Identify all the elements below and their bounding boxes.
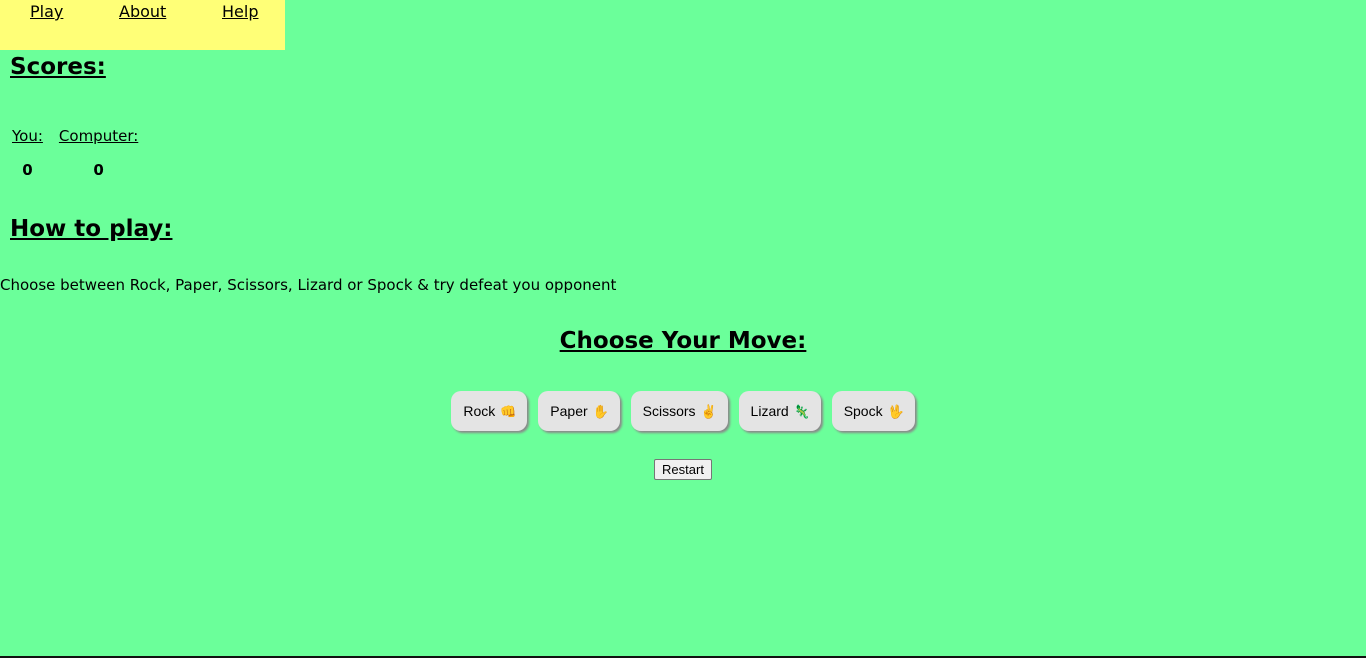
top-nav: Play About Help <box>0 0 285 50</box>
lizard-icon: 🦎 <box>793 403 810 419</box>
fist-icon: 👊 <box>500 403 517 419</box>
hand-icon: ✋ <box>592 403 609 419</box>
scores-heading: Scores: <box>10 54 106 80</box>
nav-link-help[interactable]: Help <box>222 2 258 21</box>
instructions-text: Choose between Rock, Paper, Scissors, Li… <box>0 276 617 294</box>
lizard-button[interactable]: Lizard 🦎 <box>738 391 821 431</box>
spock-button-label: Spock <box>843 403 883 419</box>
score-table: You: Computer: 0 0 <box>10 124 140 192</box>
game-page: Play About Help Scores: You: Computer: 0… <box>0 0 1366 658</box>
vulcan-salute-icon: 🖖 <box>887 403 904 419</box>
how-to-play-heading: How to play: <box>10 216 173 242</box>
rock-button[interactable]: Rock 👊 <box>451 391 528 431</box>
move-buttons: Rock 👊 Paper ✋ Scissors ✌ Lizard 🦎 Spock… <box>0 391 1366 431</box>
victory-hand-icon: ✌ <box>700 403 717 419</box>
computer-score-value: 0 <box>93 161 104 179</box>
lizard-button-label: Lizard <box>750 403 789 419</box>
nav-link-about[interactable]: About <box>119 2 166 21</box>
scissors-button-label: Scissors <box>642 403 696 419</box>
computer-score-label: Computer: <box>58 127 139 145</box>
spock-button[interactable]: Spock 🖖 <box>831 391 915 431</box>
paper-button-label: Paper <box>550 403 588 419</box>
scissors-button[interactable]: Scissors ✌ <box>630 391 728 431</box>
paper-button[interactable]: Paper ✋ <box>538 391 620 431</box>
you-score-value: 0 <box>22 161 33 179</box>
nav-link-play[interactable]: Play <box>30 2 63 21</box>
you-score-label: You: <box>12 127 43 145</box>
rock-button-label: Rock <box>463 403 496 419</box>
restart-button[interactable]: Restart <box>654 459 712 480</box>
choose-move-heading: Choose Your Move: <box>559 328 807 354</box>
